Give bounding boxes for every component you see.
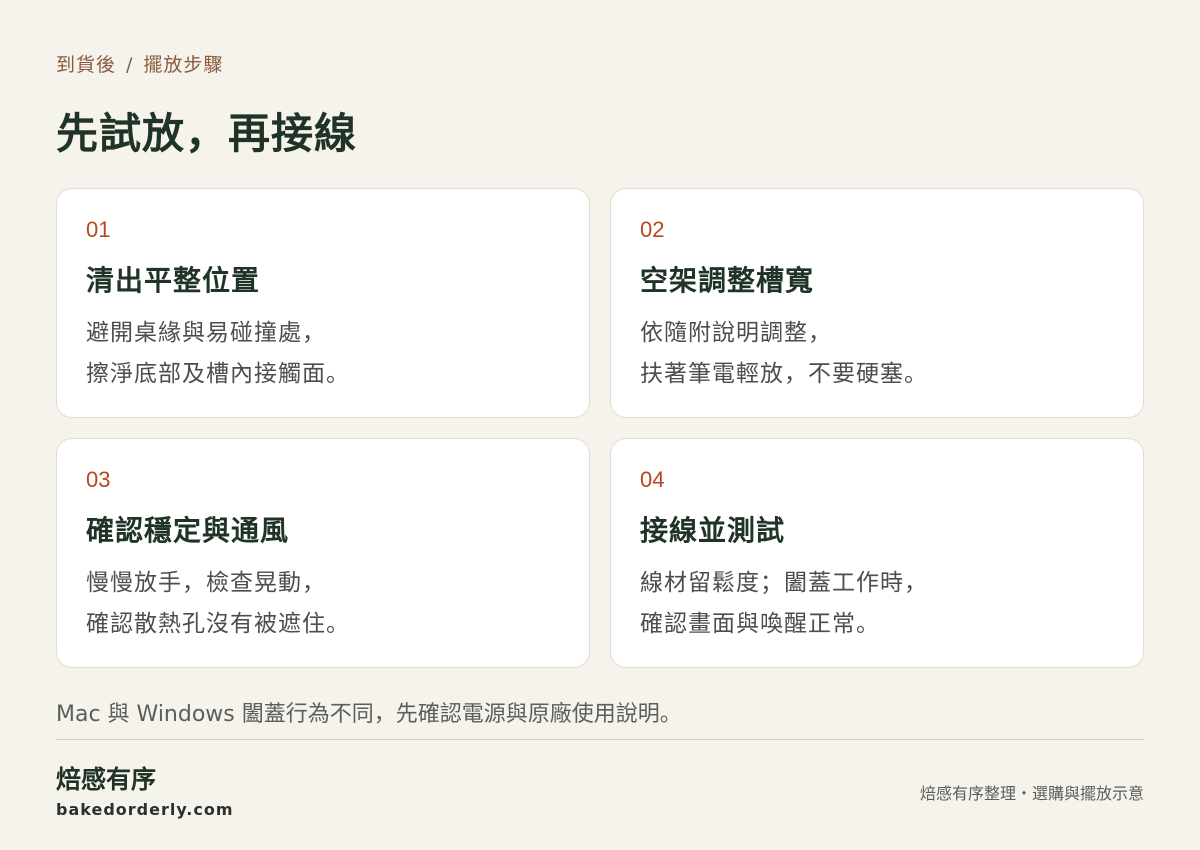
brand-name: 焙感有序: [56, 765, 157, 794]
step-description: 避開桌緣與易碰撞處， 擦淨底部及槽內接觸面。: [86, 313, 350, 395]
step-card-4: 04 接線並測試 線材留鬆度；闔蓋工作時， 確認畫面與喚醒正常。: [610, 438, 1144, 668]
step-card-3: 03 確認穩定與通風 慢慢放手，檢查晃動， 確認散熱孔沒有被遮住。: [56, 438, 590, 668]
breadcrumb-current: 擺放步驟: [143, 54, 224, 76]
step-card-2: 02 空架調整槽寬 依隨附說明調整， 扶著筆電輕放，不要硬塞。: [610, 188, 1144, 418]
page-title: 先試放，再接線: [56, 109, 358, 158]
step-description: 慢慢放手，檢查晃動， 確認散熱孔沒有被遮住。: [86, 563, 350, 645]
step-description: 線材留鬆度；闔蓋工作時， 確認畫面與喚醒正常。: [640, 563, 928, 645]
footnote: Mac 與 Windows 闔蓋行為不同，先確認電源與原廠使用說明。: [56, 702, 682, 727]
step-description-line: 線材留鬆度；闔蓋工作時，: [640, 570, 928, 596]
step-description-line: 確認畫面與喚醒正常。: [640, 611, 880, 637]
step-number: 02: [640, 217, 665, 242]
site-url: bakedorderly.com: [56, 800, 234, 819]
step-description-line: 依隨附說明調整，: [640, 320, 832, 346]
step-description-line: 擦淨底部及槽內接觸面。: [86, 361, 350, 387]
breadcrumb-separator: /: [126, 54, 134, 76]
step-title: 確認穩定與通風: [86, 514, 290, 547]
step-description-line: 確認散熱孔沒有被遮住。: [86, 611, 350, 637]
step-description: 依隨附說明調整， 扶著筆電輕放，不要硬塞。: [640, 313, 928, 395]
step-title: 空架調整槽寬: [640, 264, 815, 297]
divider: [56, 739, 1144, 740]
step-description-line: 扶著筆電輕放，不要硬塞。: [640, 361, 928, 387]
step-description-line: 慢慢放手，檢查晃動，: [86, 570, 326, 596]
step-card-1: 01 清出平整位置 避開桌緣與易碰撞處， 擦淨底部及槽內接觸面。: [56, 188, 590, 418]
step-title: 清出平整位置: [86, 264, 261, 297]
step-description-line: 避開桌緣與易碰撞處，: [86, 320, 326, 346]
step-title: 接線並測試: [640, 514, 786, 547]
breadcrumb: 到貨後 / 擺放步驟: [56, 50, 223, 77]
step-number: 04: [640, 467, 665, 492]
step-number: 01: [86, 217, 111, 242]
credit-text: 焙感有序整理・選購與擺放示意: [919, 784, 1144, 803]
step-number: 03: [86, 467, 111, 492]
breadcrumb-parent: 到貨後: [56, 54, 117, 76]
